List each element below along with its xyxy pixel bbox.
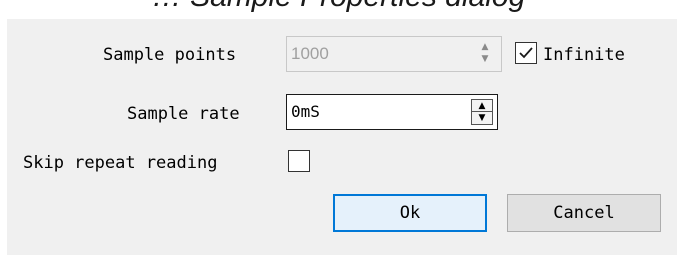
ok-button[interactable]: Ok: [333, 194, 487, 232]
sample-points-spinbox[interactable]: 1000 ▲ ▼: [286, 36, 502, 72]
sample-points-label: Sample points: [103, 45, 237, 65]
spin-down-arrow-icon[interactable]: ▼: [472, 112, 492, 124]
sample-points-spin-buttons[interactable]: ▲ ▼: [475, 41, 497, 67]
sample-properties-dialog: Sample points 1000 ▲ ▼ Infinite Sample r…: [7, 19, 677, 255]
sample-rate-label: Sample rate: [127, 104, 240, 124]
spin-up-arrow-icon[interactable]: ▲: [475, 41, 495, 53]
window-title-fragment: … Sample Properties dialog: [0, 0, 677, 12]
skip-repeat-checkbox[interactable]: [288, 150, 310, 172]
sample-points-value: 1000: [291, 44, 329, 63]
sample-rate-spinbox[interactable]: 0mS ▲ ▼: [286, 94, 498, 130]
infinite-label: Infinite: [543, 45, 625, 65]
infinite-checkbox[interactable]: [515, 42, 537, 64]
check-icon: [519, 47, 533, 59]
sample-rate-spin-buttons[interactable]: ▲ ▼: [471, 99, 493, 125]
sample-rate-value: 0mS: [291, 102, 320, 121]
spin-up-arrow-icon[interactable]: ▲: [472, 100, 492, 112]
spin-down-arrow-icon[interactable]: ▼: [475, 53, 495, 65]
cancel-button[interactable]: Cancel: [507, 194, 661, 232]
skip-repeat-label: Skip repeat reading: [23, 153, 218, 173]
